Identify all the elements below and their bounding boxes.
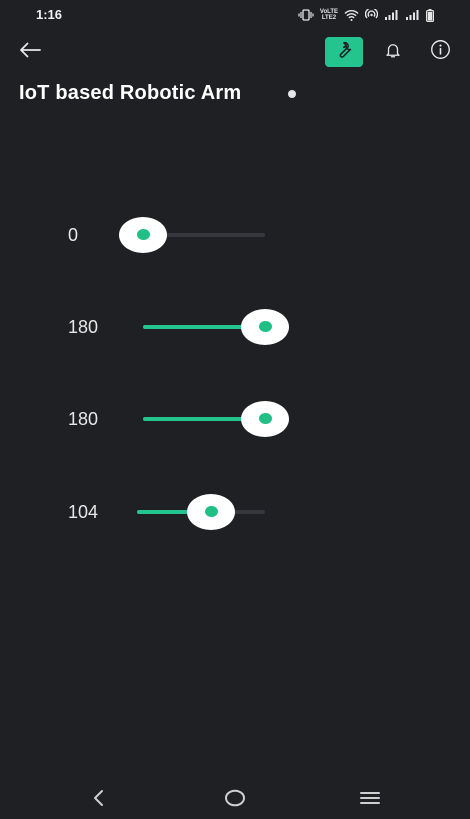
notifications-button[interactable]: [378, 38, 408, 66]
slider-thumb[interactable]: [119, 217, 167, 253]
signal-icon: [384, 9, 399, 21]
page-title: IoT based Robotic Arm: [19, 82, 242, 104]
settings-wrench-button[interactable]: [325, 37, 363, 67]
slider-value-label: 0: [68, 225, 79, 245]
screen: 1:16 VoLTE LTE2 IoT based Robotic Arm 0 …: [0, 0, 470, 819]
volte-icon: VoLTE LTE2: [320, 9, 338, 21]
slider-thumb[interactable]: [241, 401, 289, 437]
slider-value-label: 180: [68, 317, 99, 337]
nav-back-button[interactable]: [86, 787, 112, 813]
nav-back-icon: [92, 789, 106, 812]
nav-menu-button[interactable]: [357, 787, 383, 813]
slider-thumb[interactable]: [241, 309, 289, 345]
wrench-icon: [334, 40, 354, 65]
slider-thumb-dot: [204, 506, 218, 517]
slider-value-label: 104: [68, 502, 99, 522]
network-label-bottom: LTE2: [321, 15, 337, 21]
vibrate-icon: [298, 9, 314, 21]
info-icon: [430, 39, 451, 65]
slider-thumb-dot: [259, 321, 272, 332]
status-time: 1:16: [36, 7, 63, 22]
signal-icon: [405, 9, 420, 21]
back-button[interactable]: [14, 38, 46, 66]
arrow-left-icon: [19, 42, 41, 63]
status-bar: 1:16 VoLTE LTE2: [0, 0, 470, 30]
slider-thumb-dot: [137, 229, 150, 240]
nav-home-button[interactable]: [222, 787, 248, 813]
info-button[interactable]: [425, 38, 455, 66]
wifi-icon: [344, 9, 359, 21]
hotspot-icon: [365, 9, 378, 21]
slider-value-label: 180: [68, 409, 99, 429]
bell-icon: [384, 41, 402, 64]
nav-menu-icon: [359, 790, 381, 811]
nav-home-icon: [224, 789, 246, 812]
device-status-dot: [288, 90, 296, 98]
status-icons: VoLTE LTE2: [298, 7, 434, 23]
slider-thumb-dot: [259, 413, 272, 424]
battery-icon: [426, 8, 434, 22]
slider-thumb[interactable]: [186, 494, 235, 530]
